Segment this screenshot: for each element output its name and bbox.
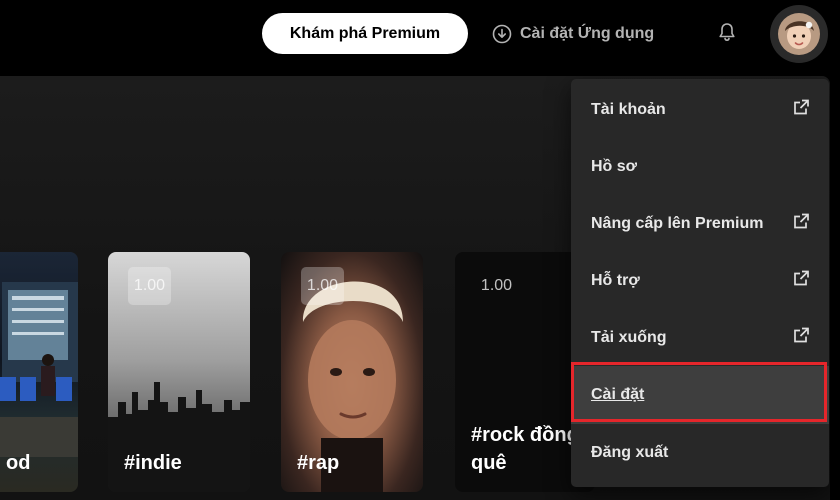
user-avatar [778, 13, 820, 55]
notifications-button[interactable] [713, 20, 741, 48]
external-link-icon [791, 326, 811, 351]
menu-item-account[interactable]: Tài khoản [571, 81, 829, 139]
menu-item-label: Tải xuống [591, 329, 667, 346]
external-link-icon [791, 98, 811, 123]
explore-premium-button[interactable]: Khám phá Premium [262, 13, 468, 54]
menu-item-label: Hồ sơ [591, 158, 638, 175]
menu-item-support[interactable]: Hỗ trợ [571, 252, 829, 310]
card-label-line-2: quê [471, 452, 507, 474]
external-link-icon [791, 269, 811, 294]
version-badge: 1.00 [301, 267, 344, 305]
menu-item-download[interactable]: Tải xuống [571, 309, 829, 367]
menu-item-label: Tài khoản [591, 101, 666, 118]
menu-item-upgrade-premium[interactable]: Nâng cấp lên Premium [571, 195, 829, 253]
external-link-icon [791, 212, 811, 237]
version-badge: 1.00 [480, 277, 513, 294]
install-app-link[interactable]: Cài đặt Ứng dụng [492, 20, 654, 48]
download-circle-icon [492, 24, 512, 44]
bell-icon [716, 21, 738, 48]
card-label: #rap [297, 452, 340, 474]
card-label-line-1: #rock đồng [471, 424, 579, 446]
menu-item-label: Đăng xuất [591, 444, 669, 461]
playlist-card-mood[interactable]: od [0, 252, 78, 492]
menu-item-label: Cài đặt [591, 386, 645, 403]
profile-dropdown-menu: Tài khoản Hồ sơ Nâng cấp lên Premium Hỗ … [571, 79, 829, 487]
menu-item-profile[interactable]: Hồ sơ [571, 138, 829, 196]
menu-item-settings[interactable]: Cài đặt [571, 366, 829, 424]
menu-item-label: Nâng cấp lên Premium [591, 215, 764, 232]
card-label: #rock đồng quê [471, 421, 579, 477]
menu-item-label: Hỗ trợ [591, 272, 640, 289]
card-label: od [6, 452, 31, 474]
playlist-card-rap[interactable]: 1.00 #rap [281, 252, 423, 492]
install-app-label: Cài đặt Ứng dụng [520, 25, 655, 42]
card-label: #indie [124, 452, 182, 474]
version-badge: 1.00 [128, 267, 171, 305]
profile-menu-button[interactable] [770, 5, 828, 63]
playlist-card-indie[interactable]: 1.00 #indie [108, 252, 250, 492]
menu-item-logout[interactable]: Đăng xuất [571, 424, 829, 482]
top-bar: Khám phá Premium Cài đặt Ứng dụng [0, 0, 840, 70]
